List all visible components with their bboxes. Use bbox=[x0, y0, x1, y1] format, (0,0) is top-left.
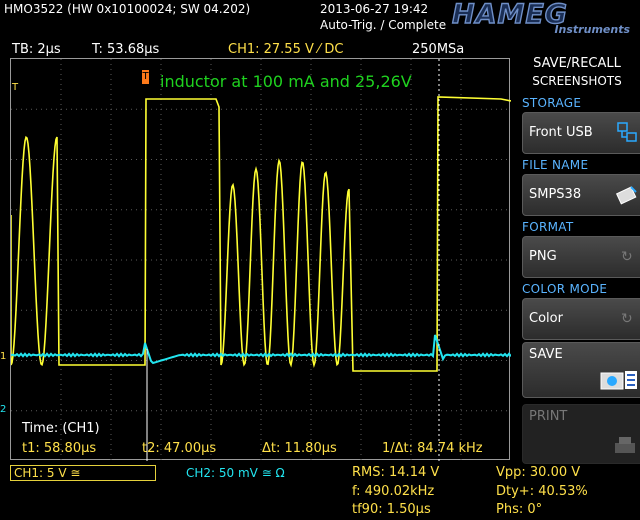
ch1-settings[interactable]: CH1: 5 V ≅ bbox=[10, 465, 156, 481]
rotate-knob-icon: ↻ bbox=[621, 311, 633, 327]
format-value: PNG bbox=[529, 249, 557, 264]
ch2-settings[interactable]: CH2: 50 mV ≅ Ω bbox=[186, 466, 285, 480]
trigger-level-marker[interactable]: T bbox=[12, 82, 18, 93]
print-button[interactable]: PRINT bbox=[522, 404, 640, 464]
sample-rate: 250MSa bbox=[412, 42, 465, 57]
logo-wordmark: HAMEG bbox=[451, 0, 568, 30]
format-button[interactable]: PNG ↻ bbox=[522, 236, 640, 278]
ch1-trigger-setting[interactable]: CH1: 27.55 V ⁄ DC bbox=[228, 42, 343, 57]
status-bar: TB: 2µs T: 53.68µs CH1: 27.55 V ⁄ DC 250… bbox=[0, 40, 512, 58]
filename-button[interactable]: SMPS38 bbox=[522, 174, 640, 216]
usb-storage-icon bbox=[617, 122, 637, 142]
datetime: 2013-06-27 19:42 bbox=[320, 2, 429, 16]
cursor-t1-value: t1: 58.80µs bbox=[22, 441, 97, 456]
meas-fall-time: tf90: 1.50µs bbox=[352, 502, 431, 517]
camera-icon bbox=[600, 371, 637, 390]
colormode-label: COLOR MODE bbox=[522, 282, 608, 296]
ch1-marker[interactable]: 1 bbox=[0, 351, 6, 362]
timebase[interactable]: TB: 2µs bbox=[12, 42, 61, 57]
logo-subtitle: Instruments bbox=[554, 23, 630, 36]
filename-value: SMPS38 bbox=[529, 187, 582, 202]
panel-title: SAVE/RECALL bbox=[533, 56, 621, 71]
trigger-status: Auto-Trig. / Complete bbox=[320, 18, 447, 32]
print-label: PRINT bbox=[529, 409, 568, 424]
panel-subtitle: SCREENSHOTS bbox=[532, 74, 622, 88]
rotate-knob-icon: ↻ bbox=[621, 249, 633, 265]
cursor-title: Time: (CH1) bbox=[22, 421, 100, 436]
keyboard-edit-icon bbox=[615, 186, 637, 205]
cursor-t2-value: t2: 47.00µs bbox=[142, 441, 217, 456]
cursor-inverse-delta: 1/Δt: 84.74 kHz bbox=[382, 441, 483, 456]
trigger-time[interactable]: T: 53.68µs bbox=[92, 42, 159, 57]
colormode-button[interactable]: Color ↻ bbox=[522, 298, 640, 340]
meas-frequency: f: 490.02kHz bbox=[352, 484, 435, 499]
waveform-svg bbox=[11, 59, 511, 461]
filename-label: FILE NAME bbox=[522, 158, 589, 172]
printer-icon bbox=[615, 437, 635, 453]
colormode-value: Color bbox=[529, 311, 563, 326]
model-info: HMO3522 (HW 0x10100024; SW 04.202) bbox=[4, 2, 251, 16]
meas-rms: RMS: 14.14 V bbox=[352, 465, 440, 480]
trigger-position-marker[interactable]: T bbox=[142, 70, 149, 84]
annotation-text: inductor at 100 mA and 25,26V bbox=[160, 72, 412, 91]
hameg-logo: HAMEG Instruments bbox=[451, 0, 636, 38]
format-label: FORMAT bbox=[522, 220, 574, 234]
save-button[interactable]: SAVE bbox=[522, 342, 640, 398]
cursor-delta-value: Δt: 11.80µs bbox=[262, 441, 337, 456]
waveform-display[interactable] bbox=[10, 58, 511, 461]
save-label: SAVE bbox=[529, 347, 563, 362]
storage-label: STORAGE bbox=[522, 96, 582, 110]
storage-value: Front USB bbox=[529, 125, 593, 140]
storage-button[interactable]: Front USB bbox=[522, 112, 640, 154]
save-recall-panel: SAVE/RECALL SCREENSHOTS STORAGE Front US… bbox=[514, 52, 640, 520]
ch2-marker[interactable]: 2 bbox=[0, 404, 6, 415]
